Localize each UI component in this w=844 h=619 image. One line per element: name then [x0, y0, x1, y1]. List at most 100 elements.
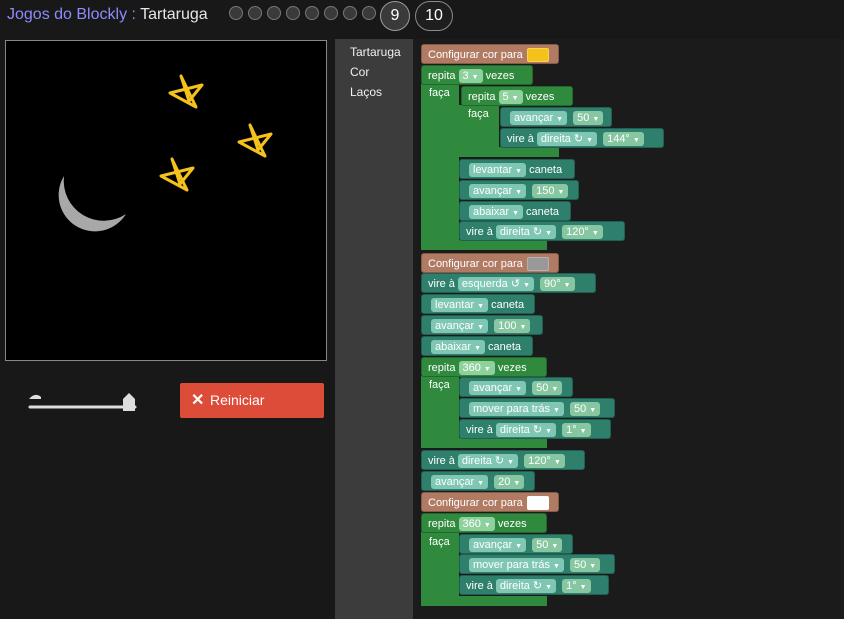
move-backward-block[interactable]: mover para trás ▼ 50 ▼ — [459, 554, 615, 574]
turn-block[interactable]: vire à direita ↻ ▼ 1° ▼ — [459, 575, 609, 595]
field-value: levantar — [435, 299, 475, 312]
color-swatch-yellow[interactable] — [526, 48, 549, 63]
distance-field[interactable]: 150 ▼ — [532, 184, 569, 199]
pen-state-field[interactable]: levantar ▼ — [431, 298, 489, 313]
dropdown-arrow-icon: ▼ — [545, 428, 553, 436]
move-direction-field[interactable]: avançar ▼ — [431, 475, 489, 490]
drawing — [58, 74, 273, 232]
distance-field[interactable]: 20 ▼ — [494, 475, 525, 490]
turn-direction-field[interactable]: direita ↻ ▼ — [536, 132, 598, 147]
pen-down-block[interactable]: abaixar ▼ caneta — [459, 201, 571, 221]
repeat-count-field[interactable]: 5 ▼ — [498, 90, 523, 105]
pen-state-field[interactable]: levantar ▼ — [469, 163, 527, 178]
move-forward-block[interactable]: avançar ▼ 50 ▼ — [500, 107, 612, 127]
move-direction-field[interactable]: avançar ▼ — [510, 111, 568, 126]
app-name[interactable]: Jogos do Blockly — [7, 6, 127, 23]
block-label: Configurar cor para — [428, 497, 523, 509]
turtle-icon — [29, 394, 41, 399]
level-2-dot[interactable] — [248, 6, 262, 20]
distance-field[interactable]: 50 ▼ — [532, 381, 563, 396]
star-3 — [159, 157, 195, 192]
set-color-block[interactable]: Configurar cor para — [421, 492, 559, 512]
angle-field[interactable]: 120° ▼ — [524, 454, 565, 469]
move-direction-field[interactable]: avançar ▼ — [431, 319, 489, 334]
dropdown-arrow-icon: ▼ — [477, 324, 485, 332]
star-2-path — [237, 123, 273, 158]
level-1-dot[interactable] — [229, 6, 243, 20]
repeat-count-field[interactable]: 3 ▼ — [458, 69, 483, 84]
move-forward-block[interactable]: avançar ▼ 150 ▼ — [459, 180, 579, 200]
toolbox-category-lacos[interactable]: Laços — [350, 85, 382, 99]
repeat-count-field[interactable]: 360 ▼ — [458, 517, 495, 532]
set-color-block[interactable]: Configurar cor para — [421, 253, 559, 273]
block-label: vezes — [497, 362, 527, 374]
dropdown-arrow-icon: ▼ — [515, 189, 523, 197]
pen-up-block[interactable]: levantar ▼ caneta — [459, 159, 575, 179]
set-color-block[interactable]: Configurar cor para — [421, 44, 559, 64]
level-4-dot[interactable] — [286, 6, 300, 20]
level-3-dot[interactable] — [267, 6, 281, 20]
dropdown-arrow-icon: ▼ — [553, 563, 560, 571]
level-7-dot[interactable] — [343, 6, 357, 20]
move-direction-field[interactable]: avançar ▼ — [469, 538, 527, 553]
repeat-block[interactable]: repita 3 ▼ vezes — [421, 65, 533, 85]
angle-field[interactable]: 144° ▼ — [603, 132, 644, 147]
dropdown-arrow-icon: ▼ — [483, 522, 491, 530]
angle-field[interactable]: 120° ▼ — [562, 225, 603, 240]
angle-field[interactable]: 1° ▼ — [562, 579, 591, 594]
level-6-dot[interactable] — [324, 6, 338, 20]
dropdown-arrow-icon: ▼ — [513, 480, 521, 488]
field-value: abaixar — [473, 206, 510, 219]
turn-block[interactable]: vire à direita ↻ ▼ 144° ▼ — [500, 128, 664, 148]
move-forward-block[interactable]: avançar ▼ 50 ▼ — [459, 377, 573, 397]
turn-direction-field[interactable]: direita ↻ ▼ — [495, 423, 557, 438]
move-forward-block[interactable]: avançar ▼ 100 ▼ — [421, 315, 543, 335]
repeat-block[interactable]: repita 360 ▼ vezes — [421, 513, 547, 533]
move-forward-block[interactable]: avançar ▼ 50 ▼ — [459, 534, 573, 554]
turn-direction-field[interactable]: direita ↻ ▼ — [495, 579, 557, 594]
angle-field[interactable]: 1° ▼ — [562, 423, 591, 438]
distance-field[interactable]: 50 ▼ — [569, 558, 601, 573]
level-9-button[interactable]: 9 — [380, 1, 410, 31]
field-value: 144° — [607, 133, 630, 146]
turn-direction-field[interactable]: direita ↻ ▼ — [457, 454, 519, 469]
pen-down-block[interactable]: abaixar ▼ caneta — [421, 336, 533, 356]
turn-block[interactable]: vire à esquerda ↺ ▼ 90° ▼ — [421, 273, 596, 293]
dropdown-arrow-icon: ▼ — [515, 168, 523, 176]
move-backward-block[interactable]: mover para trás ▼ 50 ▼ — [459, 398, 615, 418]
turn-block[interactable]: vire à direita ↻ ▼ 120° ▼ — [459, 221, 625, 241]
turn-direction-field[interactable]: direita ↻ ▼ — [495, 225, 557, 240]
pen-state-field[interactable]: abaixar ▼ — [469, 205, 524, 220]
repeat-block[interactable]: repita 360 ▼ vezes — [421, 357, 547, 377]
star-2 — [237, 123, 273, 158]
pen-up-block[interactable]: levantar ▼ caneta — [421, 294, 535, 314]
move-forward-block[interactable]: avançar ▼ 20 ▼ — [421, 471, 535, 491]
dropdown-arrow-icon: ▼ — [477, 480, 485, 488]
move-direction-field[interactable]: mover para trás ▼ — [469, 402, 564, 417]
angle-field[interactable]: 90° ▼ — [540, 277, 575, 292]
color-swatch-grey[interactable] — [526, 257, 549, 272]
level-8-dot[interactable] — [362, 6, 376, 20]
repeat-block[interactable]: repita 5 ▼ vezes — [461, 86, 573, 106]
toolbox-category-cor[interactable]: Cor — [350, 65, 369, 79]
move-direction-field[interactable]: mover para trás ▼ — [469, 558, 564, 573]
distance-field[interactable]: 50 ▼ — [532, 538, 563, 553]
distance-field[interactable]: 50 ▼ — [569, 402, 601, 417]
distance-field[interactable]: 50 ▼ — [573, 111, 604, 126]
toolbox-category-tartaruga[interactable]: Tartaruga — [350, 45, 401, 59]
distance-field[interactable]: 100 ▼ — [494, 319, 531, 334]
color-swatch-white[interactable] — [526, 496, 549, 511]
level-10-button[interactable]: 10 — [415, 1, 453, 31]
slider-handle[interactable] — [123, 393, 135, 411]
turn-block[interactable]: vire à direita ↻ ▼ 1° ▼ — [459, 419, 611, 439]
pen-state-field[interactable]: abaixar ▼ — [431, 340, 486, 355]
turn-block[interactable]: vire à direita ↻ ▼ 120° ▼ — [421, 450, 585, 470]
repeat-count-field[interactable]: 360 ▼ — [458, 361, 495, 376]
move-direction-field[interactable]: avançar ▼ — [469, 184, 527, 199]
speed-slider[interactable] — [25, 385, 145, 425]
turn-direction-field[interactable]: esquerda ↺ ▼ — [457, 277, 534, 292]
move-direction-field[interactable]: avançar ▼ — [469, 381, 527, 396]
reset-button[interactable]: ✕ Reiniciar — [180, 383, 324, 418]
field-value: 50 — [536, 382, 549, 395]
level-5-dot[interactable] — [305, 6, 319, 20]
